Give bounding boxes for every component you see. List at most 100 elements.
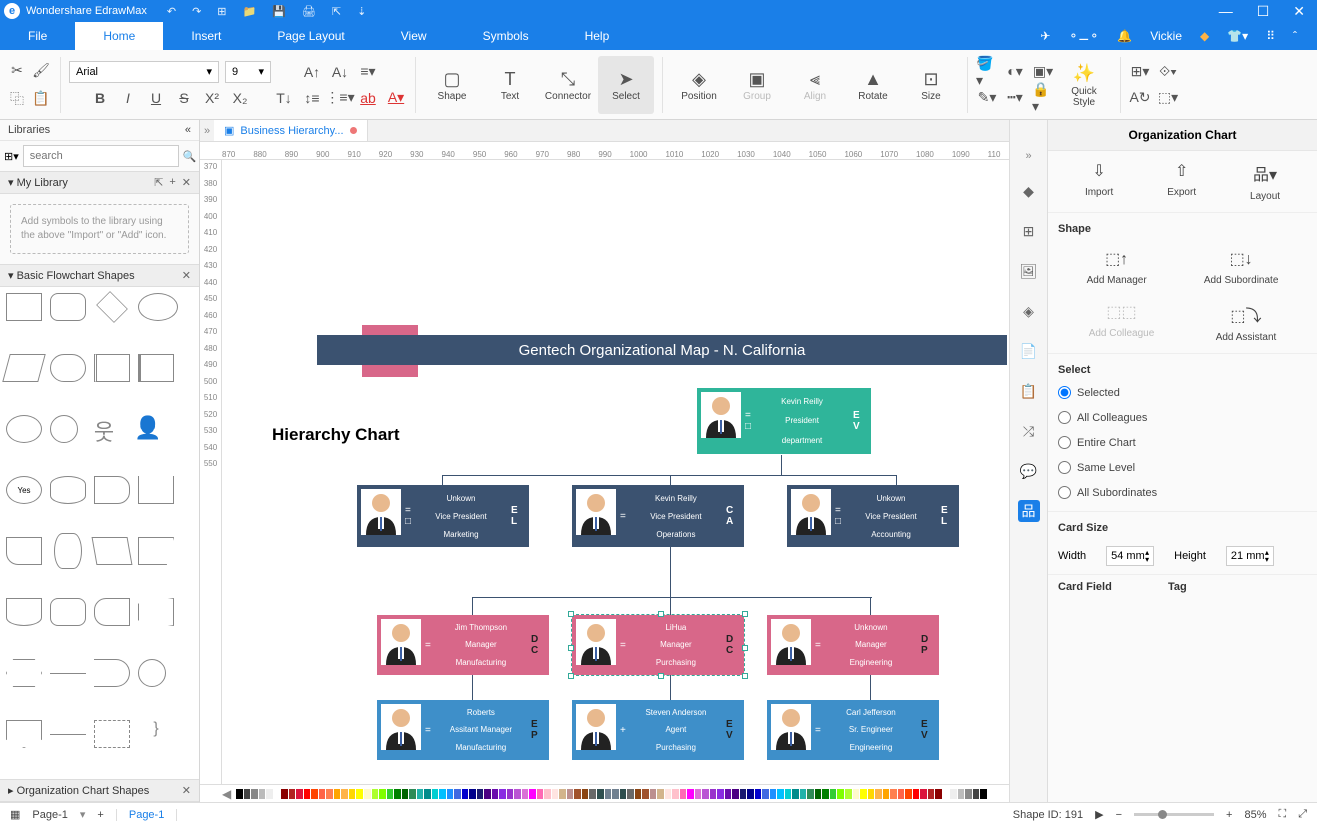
shape-yes[interactable]: Yes (6, 476, 42, 504)
color-swatch[interactable] (657, 789, 664, 799)
color-swatch[interactable] (672, 789, 679, 799)
height-input[interactable]: 21 mm▴▾ (1226, 546, 1274, 566)
shape-or[interactable] (94, 659, 130, 687)
radio-selected[interactable]: Selected (1048, 380, 1317, 405)
color-swatch[interactable] (980, 789, 987, 799)
flowchart-shapes-label[interactable]: Basic Flowchart Shapes (17, 270, 135, 282)
add-colleague-button[interactable]: ⬚⬚Add Colleague (1089, 302, 1155, 343)
search-input[interactable] (23, 145, 179, 167)
color-swatch[interactable] (417, 789, 424, 799)
zoom-out-icon[interactable]: − (1116, 809, 1122, 821)
color-swatch[interactable] (552, 789, 559, 799)
color-swatch[interactable] (627, 789, 634, 799)
color-swatch[interactable] (507, 789, 514, 799)
color-swatch[interactable] (439, 789, 446, 799)
color-swatch[interactable] (544, 789, 551, 799)
color-swatch[interactable] (582, 789, 589, 799)
org-card-vp-marketing[interactable]: =□ UnkownVice PresidentMarketing E L (357, 485, 529, 547)
tab-home[interactable]: Home (75, 22, 163, 50)
lock-icon[interactable]: 🔒▾ (1032, 87, 1054, 109)
color-swatch[interactable] (695, 789, 702, 799)
color-swatch[interactable] (762, 789, 769, 799)
select-mode-icon[interactable]: ⬚▾ (1157, 87, 1179, 109)
add-manager-button[interactable]: ⬚↑Add Manager (1087, 249, 1147, 286)
org-card-sr-engineer[interactable]: = Carl JeffersonSr. EngineerEngineering … (767, 700, 939, 760)
canvas[interactable]: Gentech Organizational Map - N. Californ… (222, 160, 1009, 784)
shape-internal[interactable] (138, 354, 174, 382)
color-swatch[interactable] (965, 789, 972, 799)
tab-help[interactable]: Help (557, 22, 638, 50)
tab-insert[interactable]: Insert (163, 22, 249, 50)
color-swatch[interactable] (710, 789, 717, 799)
shape-connector[interactable] (138, 659, 166, 687)
export-icon[interactable]: ⇱ (332, 5, 341, 18)
color-swatch[interactable] (432, 789, 439, 799)
color-swatch[interactable] (928, 789, 935, 799)
color-swatch[interactable] (725, 789, 732, 799)
add-subordinate-button[interactable]: ⬚↓Add Subordinate (1204, 249, 1279, 286)
shadow-icon[interactable]: ◐▾ (1004, 61, 1026, 83)
color-swatch[interactable] (755, 789, 762, 799)
my-library-label[interactable]: My Library (17, 177, 68, 189)
color-swatch[interactable] (469, 789, 476, 799)
org-card-agent[interactable]: + Steven AndersonAgentPurchasing E V (572, 700, 744, 760)
align-text-icon[interactable]: ≡▾ (357, 61, 379, 83)
color-swatch[interactable] (311, 789, 318, 799)
color-swatch[interactable] (898, 789, 905, 799)
color-swatch[interactable] (958, 789, 965, 799)
tab-view[interactable]: View (373, 22, 455, 50)
shape-offpage[interactable] (6, 720, 42, 748)
comment-tool-icon[interactable]: 💬 (1018, 460, 1040, 482)
select-button[interactable]: ➤Select (598, 56, 654, 114)
tab-page-layout[interactable]: Page Layout (249, 22, 372, 50)
color-swatch[interactable] (394, 789, 401, 799)
shirt-icon[interactable]: 👕▾ (1227, 29, 1248, 43)
text-direction-icon[interactable]: T↓ (273, 87, 295, 109)
org-card-vp-accounting[interactable]: =□ UnkownVice PresidentAccounting E L (787, 485, 959, 547)
undo-icon[interactable]: ↶ (167, 5, 176, 18)
page-tool-icon[interactable]: 📄 (1018, 340, 1040, 362)
export-button[interactable]: ⇧Export (1167, 161, 1196, 202)
color-swatch[interactable] (973, 789, 980, 799)
color-swatch[interactable] (830, 789, 837, 799)
view-mode-icon[interactable]: ▦ (10, 808, 20, 821)
strike-icon[interactable]: S (173, 87, 195, 109)
shape-predefined[interactable] (94, 354, 130, 382)
shape-brace-icon[interactable]: } (138, 720, 174, 748)
color-swatch[interactable] (409, 789, 416, 799)
color-swatch[interactable] (905, 789, 912, 799)
grid-tool-icon[interactable]: ⊞ (1018, 220, 1040, 242)
color-swatch[interactable] (559, 789, 566, 799)
color-swatch[interactable] (732, 789, 739, 799)
org-card-mgr-manufacturing[interactable]: = Jim ThompsonManagerManufacturing D C (377, 615, 549, 675)
color-swatch[interactable] (717, 789, 724, 799)
close-flowchart-icon[interactable]: ✕ (182, 269, 191, 282)
shape-roundrect[interactable] (50, 293, 86, 321)
color-swatch[interactable] (687, 789, 694, 799)
color-swatch[interactable] (462, 789, 469, 799)
color-swatch[interactable] (379, 789, 386, 799)
shape-circle[interactable] (50, 415, 78, 443)
color-swatch[interactable] (920, 789, 927, 799)
shuffle-tool-icon[interactable]: ⤮ (1018, 420, 1040, 442)
shape-style-icon[interactable]: ▣▾ (1032, 61, 1054, 83)
more-icon[interactable]: ⇣ (357, 5, 366, 18)
size-button[interactable]: ⊡Size (903, 56, 959, 114)
highlight-icon[interactable]: ab (357, 87, 379, 109)
shape-oval-wide[interactable] (138, 293, 178, 321)
fill-icon[interactable]: 🪣▾ (976, 61, 998, 83)
underline-icon[interactable]: U (145, 87, 167, 109)
color-swatch[interactable] (244, 789, 251, 799)
shape-terminator[interactable] (50, 598, 86, 626)
color-swatch[interactable] (319, 789, 326, 799)
color-swatch[interactable] (349, 789, 356, 799)
shape-delay[interactable] (94, 476, 130, 504)
color-swatch[interactable] (935, 789, 942, 799)
color-swatch[interactable] (597, 789, 604, 799)
color-swatch[interactable] (236, 789, 243, 799)
color-swatch[interactable] (777, 789, 784, 799)
collapse-left-icon[interactable]: « (185, 124, 191, 136)
color-swatch[interactable] (845, 789, 852, 799)
org-shapes-label[interactable]: Organization Chart Shapes (17, 785, 150, 797)
color-swatch[interactable] (837, 789, 844, 799)
